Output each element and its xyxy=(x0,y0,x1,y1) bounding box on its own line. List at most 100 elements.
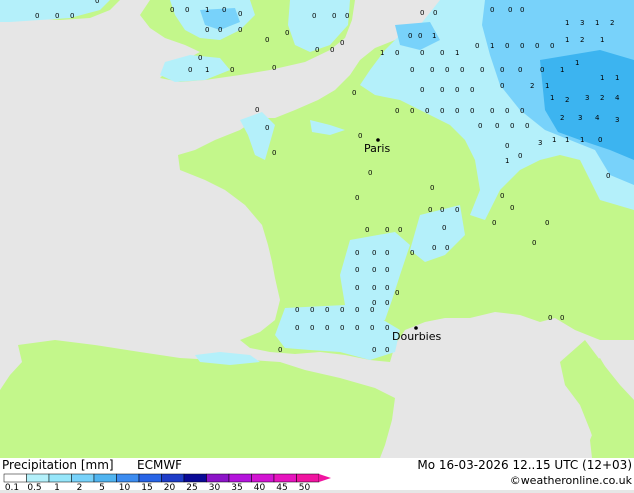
precip-value-marker: 0 xyxy=(440,206,444,214)
legend-tick-label: 25 xyxy=(186,483,198,493)
precip-value-marker: 0 xyxy=(355,194,359,202)
precip-value-marker: 0 xyxy=(372,284,376,292)
precip-value-marker: 1 xyxy=(565,136,569,144)
precip-value-marker: 1 xyxy=(455,49,459,57)
precip-value-marker: 0 xyxy=(272,64,276,72)
precip-value-marker: 0 xyxy=(420,9,424,17)
precip-value-marker: 0 xyxy=(385,346,389,354)
precip-value-marker: 0 xyxy=(95,0,99,5)
legend-tick-label: 2 xyxy=(76,483,83,493)
precip-value-marker: 0 xyxy=(545,219,549,227)
precip-value-marker: 0 xyxy=(385,324,389,332)
precip-value-marker: 0 xyxy=(188,66,192,74)
precip-value-marker: 0 xyxy=(340,324,344,332)
precip-value-marker: 0 xyxy=(205,26,209,34)
precip-value-marker: 0 xyxy=(230,66,234,74)
precip-value-marker: 0 xyxy=(285,29,289,37)
precip-value-marker: 0 xyxy=(385,266,389,274)
precip-value-marker: 1 xyxy=(205,6,209,14)
precip-value-marker: 0 xyxy=(475,42,479,50)
precip-value-marker: 0 xyxy=(525,122,529,130)
precip-value-marker: 0 xyxy=(368,169,372,177)
precip-value-marker: 0 xyxy=(395,289,399,297)
precip-value-marker: 0 xyxy=(508,6,512,14)
precip-value-marker: 0 xyxy=(278,346,282,354)
precip-value-marker: 0 xyxy=(520,42,524,50)
precip-value-marker: 0 xyxy=(398,226,402,234)
precip-value-marker: 0 xyxy=(455,107,459,115)
precip-value-marker: 0 xyxy=(548,314,552,322)
precip-value-marker: 0 xyxy=(518,66,522,74)
precip-value-marker: 1 xyxy=(205,66,209,74)
precip-value-marker: 0 xyxy=(330,46,334,54)
precip-value-marker: 0 xyxy=(490,107,494,115)
precip-value-marker: 0 xyxy=(370,306,374,314)
precip-value-marker: 0 xyxy=(445,244,449,252)
precip-value-marker: 0 xyxy=(532,239,536,247)
precip-value-marker: 0 xyxy=(430,184,434,192)
precip-value-marker: 0 xyxy=(490,6,494,14)
precip-value-marker: 0 xyxy=(355,266,359,274)
precip-value-marker: 0 xyxy=(385,299,389,307)
precip-value-marker: 1 xyxy=(552,136,556,144)
precip-value-marker: 0 xyxy=(325,306,329,314)
precip-value-marker: 0 xyxy=(325,324,329,332)
precip-value-marker: 0 xyxy=(355,249,359,257)
precip-value-marker: 0 xyxy=(442,224,446,232)
precip-value-marker: 0 xyxy=(198,54,202,62)
precip-value-marker: 0 xyxy=(520,107,524,115)
precip-value-marker: 0 xyxy=(295,324,299,332)
precip-value-marker: 0 xyxy=(460,66,464,74)
precip-value-marker: 1 xyxy=(595,19,599,27)
legend-tick-label: 1 xyxy=(54,483,60,493)
legend-swatch xyxy=(161,473,185,483)
precip-value-marker: 0 xyxy=(455,86,459,94)
precip-value-marker: 0 xyxy=(432,244,436,252)
precip-value-marker: 1 xyxy=(600,74,604,82)
precip-value-marker: 0 xyxy=(185,6,189,14)
precip-value-marker: 0 xyxy=(365,226,369,234)
precip-value-marker: 0 xyxy=(312,12,316,20)
precip-value-marker: 0 xyxy=(355,306,359,314)
precip-value-marker: 0 xyxy=(480,66,484,74)
precip-value-marker: 0 xyxy=(385,226,389,234)
precip-value-marker: 0 xyxy=(470,86,474,94)
precip-value-marker: 1 xyxy=(565,19,569,27)
precip-value-marker: 0 xyxy=(410,249,414,257)
precip-value-marker: 0 xyxy=(372,346,376,354)
legend-swatch xyxy=(3,473,27,483)
precip-value-marker: 0 xyxy=(455,206,459,214)
precip-value-marker: 1 xyxy=(580,136,584,144)
precip-value-marker: 0 xyxy=(222,6,226,14)
precip-value-marker: 0 xyxy=(372,266,376,274)
precip-value-marker: 0 xyxy=(420,86,424,94)
precip-value-marker: 0 xyxy=(550,42,554,50)
legend-swatch xyxy=(138,473,162,483)
precip-value-marker: 2 xyxy=(565,96,569,104)
copyright-link[interactable]: ©weatheronline.co.uk xyxy=(510,474,632,488)
precip-value-marker: 1 xyxy=(505,157,509,165)
precip-value-marker: 0 xyxy=(408,32,412,40)
legend-swatch xyxy=(116,473,140,483)
legend-swatch xyxy=(296,473,320,483)
precip-value-marker: 0 xyxy=(340,306,344,314)
precip-value-marker: 0 xyxy=(505,42,509,50)
precip-value-marker: 0 xyxy=(540,66,544,74)
precip-value-marker: 0 xyxy=(265,124,269,132)
precip-value-marker: 0 xyxy=(370,324,374,332)
precip-value-marker: 0 xyxy=(272,149,276,157)
precip-value-marker: 0 xyxy=(440,107,444,115)
precip-value-marker: 1 xyxy=(575,59,579,67)
precip-value-marker: 0 xyxy=(510,122,514,130)
precip-value-marker: 0 xyxy=(428,206,432,214)
precip-value-marker: 1 xyxy=(545,82,549,90)
precipitation-map: 0 0 0 0 0 0 1 0 0 0 0 0 0 0 0 0 0 0 0 0 0 0 1 0 0 0 0 1 0 0 0 0 0 1 0 0 0 1 0 1… xyxy=(0,0,634,458)
precip-value-marker: 0 xyxy=(170,6,174,14)
precip-value-marker: 0 xyxy=(410,66,414,74)
city-label-dourbies: Dourbies xyxy=(392,330,442,343)
legend-tick-label: 50 xyxy=(298,483,311,493)
legend-tick-label: 20 xyxy=(163,483,176,493)
legend-swatch xyxy=(183,473,207,483)
precip-value-marker: 0 xyxy=(478,122,482,130)
precip-value-marker: 3 xyxy=(585,94,589,102)
